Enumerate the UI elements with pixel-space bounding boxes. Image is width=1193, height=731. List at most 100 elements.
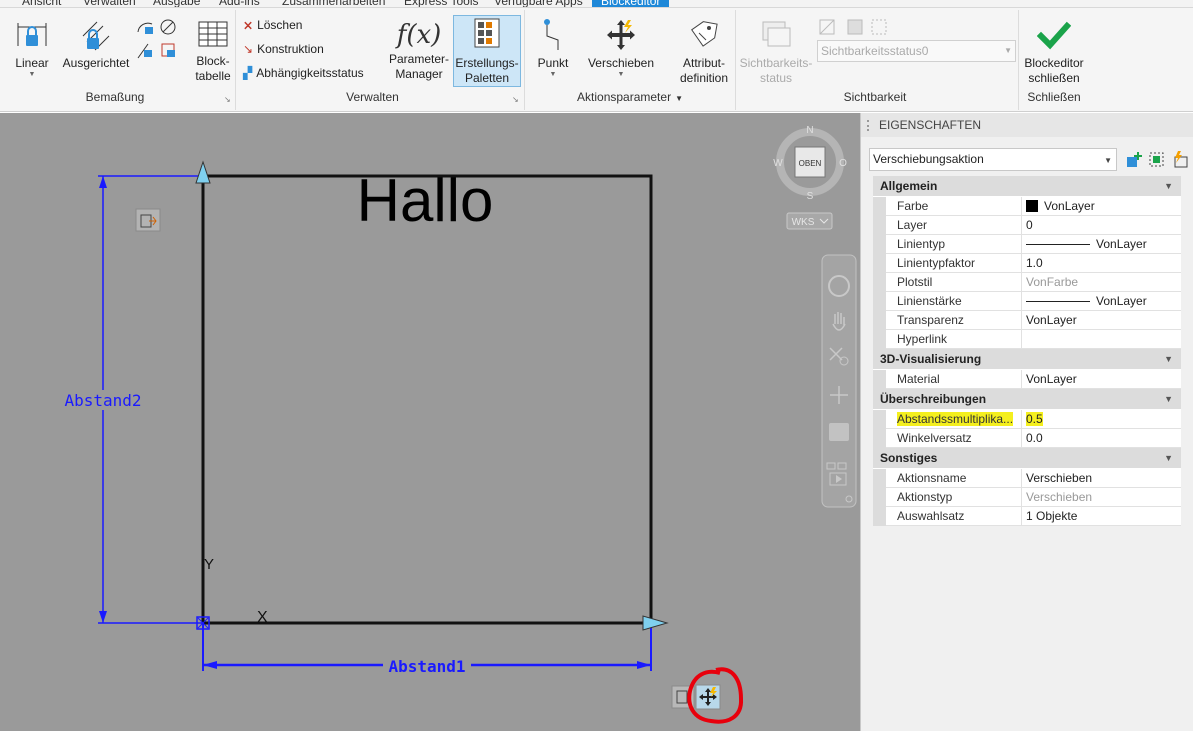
parameter-set-icon[interactable] (135, 208, 161, 232)
tab-ansicht[interactable]: Ansicht (22, 0, 61, 7)
property-row[interactable]: Linienstärke VonLayer (873, 292, 1181, 311)
properties-title-bar[interactable]: EIGENSCHAFTEN (861, 113, 1193, 137)
group-launcher-icon[interactable]: ↘ (512, 95, 519, 104)
constraint-icons-grid[interactable] (136, 18, 178, 62)
property-value[interactable]: VonFarbe (1023, 273, 1181, 292)
property-value[interactable]: Verschieben (1023, 469, 1181, 488)
collapse-chevron-icon[interactable]: ▼ (1164, 448, 1173, 469)
object-type-select[interactable]: Verschiebungsaktion ▼ (869, 148, 1117, 171)
property-row[interactable]: Material VonLayer (873, 370, 1181, 389)
tab-add-ins[interactable]: Add-ins (219, 0, 260, 7)
viewcube-west[interactable]: W (773, 158, 783, 169)
viewcube-north[interactable]: N (806, 125, 813, 136)
horizontal-grip-icon[interactable] (642, 615, 669, 631)
tab-blockeditor[interactable]: Blockeditor (592, 0, 670, 7)
move-action-icon (607, 20, 635, 50)
tab-ausgabe[interactable]: Ausgabe (153, 0, 200, 7)
property-value[interactable]: 1.0 (1023, 254, 1181, 273)
parameter-manager-button[interactable]: f(x) Parameter- Manager (386, 18, 452, 82)
property-value-text: 0.0 (1026, 431, 1043, 445)
toggle-pickadd-icon[interactable] (1125, 151, 1143, 169)
property-row[interactable]: Transparenz VonLayer (873, 311, 1181, 330)
tab-verfuegbare-apps[interactable]: Verfügbare Apps (494, 0, 583, 7)
blocktabelle-label-1: Block- (196, 54, 230, 68)
property-row[interactable]: Linientyp VonLayer (873, 235, 1181, 254)
property-row[interactable]: Aktionstyp Verschieben (873, 488, 1181, 507)
collapse-chevron-icon[interactable]: ▼ (1164, 176, 1173, 197)
property-value[interactable]: VonLayer (1023, 197, 1181, 216)
property-value[interactable]: 0.5 (1023, 410, 1181, 429)
property-value[interactable]: 1 Objekte (1023, 507, 1181, 526)
blocktabelle-button[interactable]: Block- tabelle (192, 18, 234, 84)
tab-zusammenarbeiten[interactable]: Zusammenarbeiten (282, 0, 385, 7)
vertical-grip-icon[interactable] (195, 160, 211, 184)
category-header[interactable]: Allgemein ▼ (873, 176, 1181, 197)
grip-icon[interactable] (867, 120, 871, 131)
property-name-text: Farbe (897, 199, 929, 213)
group-verwalten-label: Verwalten (346, 90, 399, 104)
property-value[interactable]: VonLayer (1023, 370, 1181, 389)
collapse-chevron-icon[interactable]: ▼ (1164, 349, 1173, 370)
blockeditor-schliessen-button[interactable]: Blockeditor schließen (1021, 18, 1087, 86)
property-value[interactable]: Verschieben (1023, 488, 1181, 507)
hallo-text[interactable]: Hallo (357, 167, 494, 234)
loeschen-button[interactable]: ⨯ Löschen (243, 16, 302, 34)
property-row[interactable]: Linientypfaktor 1.0 (873, 254, 1181, 273)
property-row[interactable]: Winkelversatz 0.0 (873, 429, 1181, 448)
property-value[interactable]: VonLayer (1023, 235, 1181, 254)
category-header[interactable]: 3D-Visualisierung ▼ (873, 349, 1181, 370)
verschieben-button[interactable]: Verschieben ▼ (585, 18, 657, 79)
erstellungs-paletten-button[interactable]: Erstellungs- Paletten (453, 15, 521, 87)
viewcube-south[interactable]: S (807, 191, 814, 202)
property-value[interactable]: 0.0 (1023, 429, 1181, 448)
viewcube-east[interactable]: O (839, 158, 847, 169)
group-aktionsparameter[interactable]: Aktionsparameter ▼ (540, 90, 720, 104)
drawing-canvas[interactable]: Hallo Abstand2 Abstand1 Y X OBEN N S W O… (0, 113, 860, 731)
move-action-glyph-icon[interactable] (695, 684, 721, 710)
ausgerichtet-button[interactable]: Ausgerichtet (60, 18, 132, 71)
attributdefinition-button[interactable]: Attribut- definition (674, 18, 734, 86)
abhaengigkeitsstatus-button[interactable]: ▞ Abhängigkeitsstatus (243, 64, 364, 82)
group-launcher-icon[interactable]: ↘ (224, 95, 231, 104)
dimension-abstand1[interactable]: Abstand1 (202, 623, 652, 676)
blockeditor-schliessen-label-1: Blockeditor (1024, 56, 1084, 70)
property-row[interactable]: Abstandssmultiplika... 0.5 (873, 410, 1181, 429)
abstand2-label[interactable]: Abstand2 (64, 391, 141, 410)
sichtbarkeitsstatus-select[interactable]: Sichtbarkeitsstatus0 ▼ (817, 40, 1016, 62)
property-row[interactable]: Plotstil VonFarbe (873, 273, 1181, 292)
tab-verwalten[interactable]: Verwalten (83, 0, 136, 7)
property-value[interactable]: VonLayer (1023, 311, 1181, 330)
visibility-tool-icons[interactable] (818, 18, 890, 36)
viewcube-top-label[interactable]: OBEN (799, 159, 822, 168)
abstand1-label[interactable]: Abstand1 (388, 657, 465, 676)
ucs-menu[interactable]: WKS (786, 212, 833, 230)
property-row[interactable]: Hyperlink (873, 330, 1181, 349)
quick-select-icon[interactable] (1171, 151, 1189, 169)
property-value[interactable]: VonLayer (1023, 292, 1181, 311)
property-row[interactable]: Farbe VonLayer (873, 197, 1181, 216)
konstruktion-button[interactable]: ↘ Konstruktion (243, 40, 324, 58)
category-label: Sonstiges (880, 451, 938, 465)
linear-button[interactable]: Linear ▼ (10, 18, 54, 79)
category-header[interactable]: Sonstiges ▼ (873, 448, 1181, 469)
viewcube[interactable]: OBEN N S W O (773, 125, 847, 202)
property-value-text: VonFarbe (1026, 275, 1079, 289)
dimension-abstand2[interactable]: Abstand2 (60, 175, 203, 624)
ucs-menu-label[interactable]: WKS (792, 217, 815, 228)
collapse-chevron-icon[interactable]: ▼ (1164, 389, 1173, 410)
property-row[interactable]: Auswahlsatz 1 Objekte (873, 507, 1181, 526)
tab-express-tools[interactable]: Express Tools (404, 0, 478, 7)
punkt-button[interactable]: Punkt ▼ (532, 18, 574, 79)
verschieben-label: Verschieben (587, 56, 655, 70)
property-name: Hyperlink (886, 330, 1022, 349)
block-rectangle[interactable] (201, 174, 653, 625)
property-row[interactable]: Aktionsname Verschieben (873, 469, 1181, 488)
property-value[interactable] (1023, 330, 1181, 349)
property-row[interactable]: Layer 0 (873, 216, 1181, 235)
select-objects-icon[interactable] (1148, 151, 1166, 169)
category-header[interactable]: Überschreibungen ▼ (873, 389, 1181, 410)
sichtbarkeitsstatus-button[interactable]: Sichtbarkeits- status (738, 18, 814, 86)
property-value[interactable]: 0 (1023, 216, 1181, 235)
property-value-text: 1 Objekte (1026, 509, 1078, 523)
navigation-bar[interactable] (821, 254, 857, 508)
